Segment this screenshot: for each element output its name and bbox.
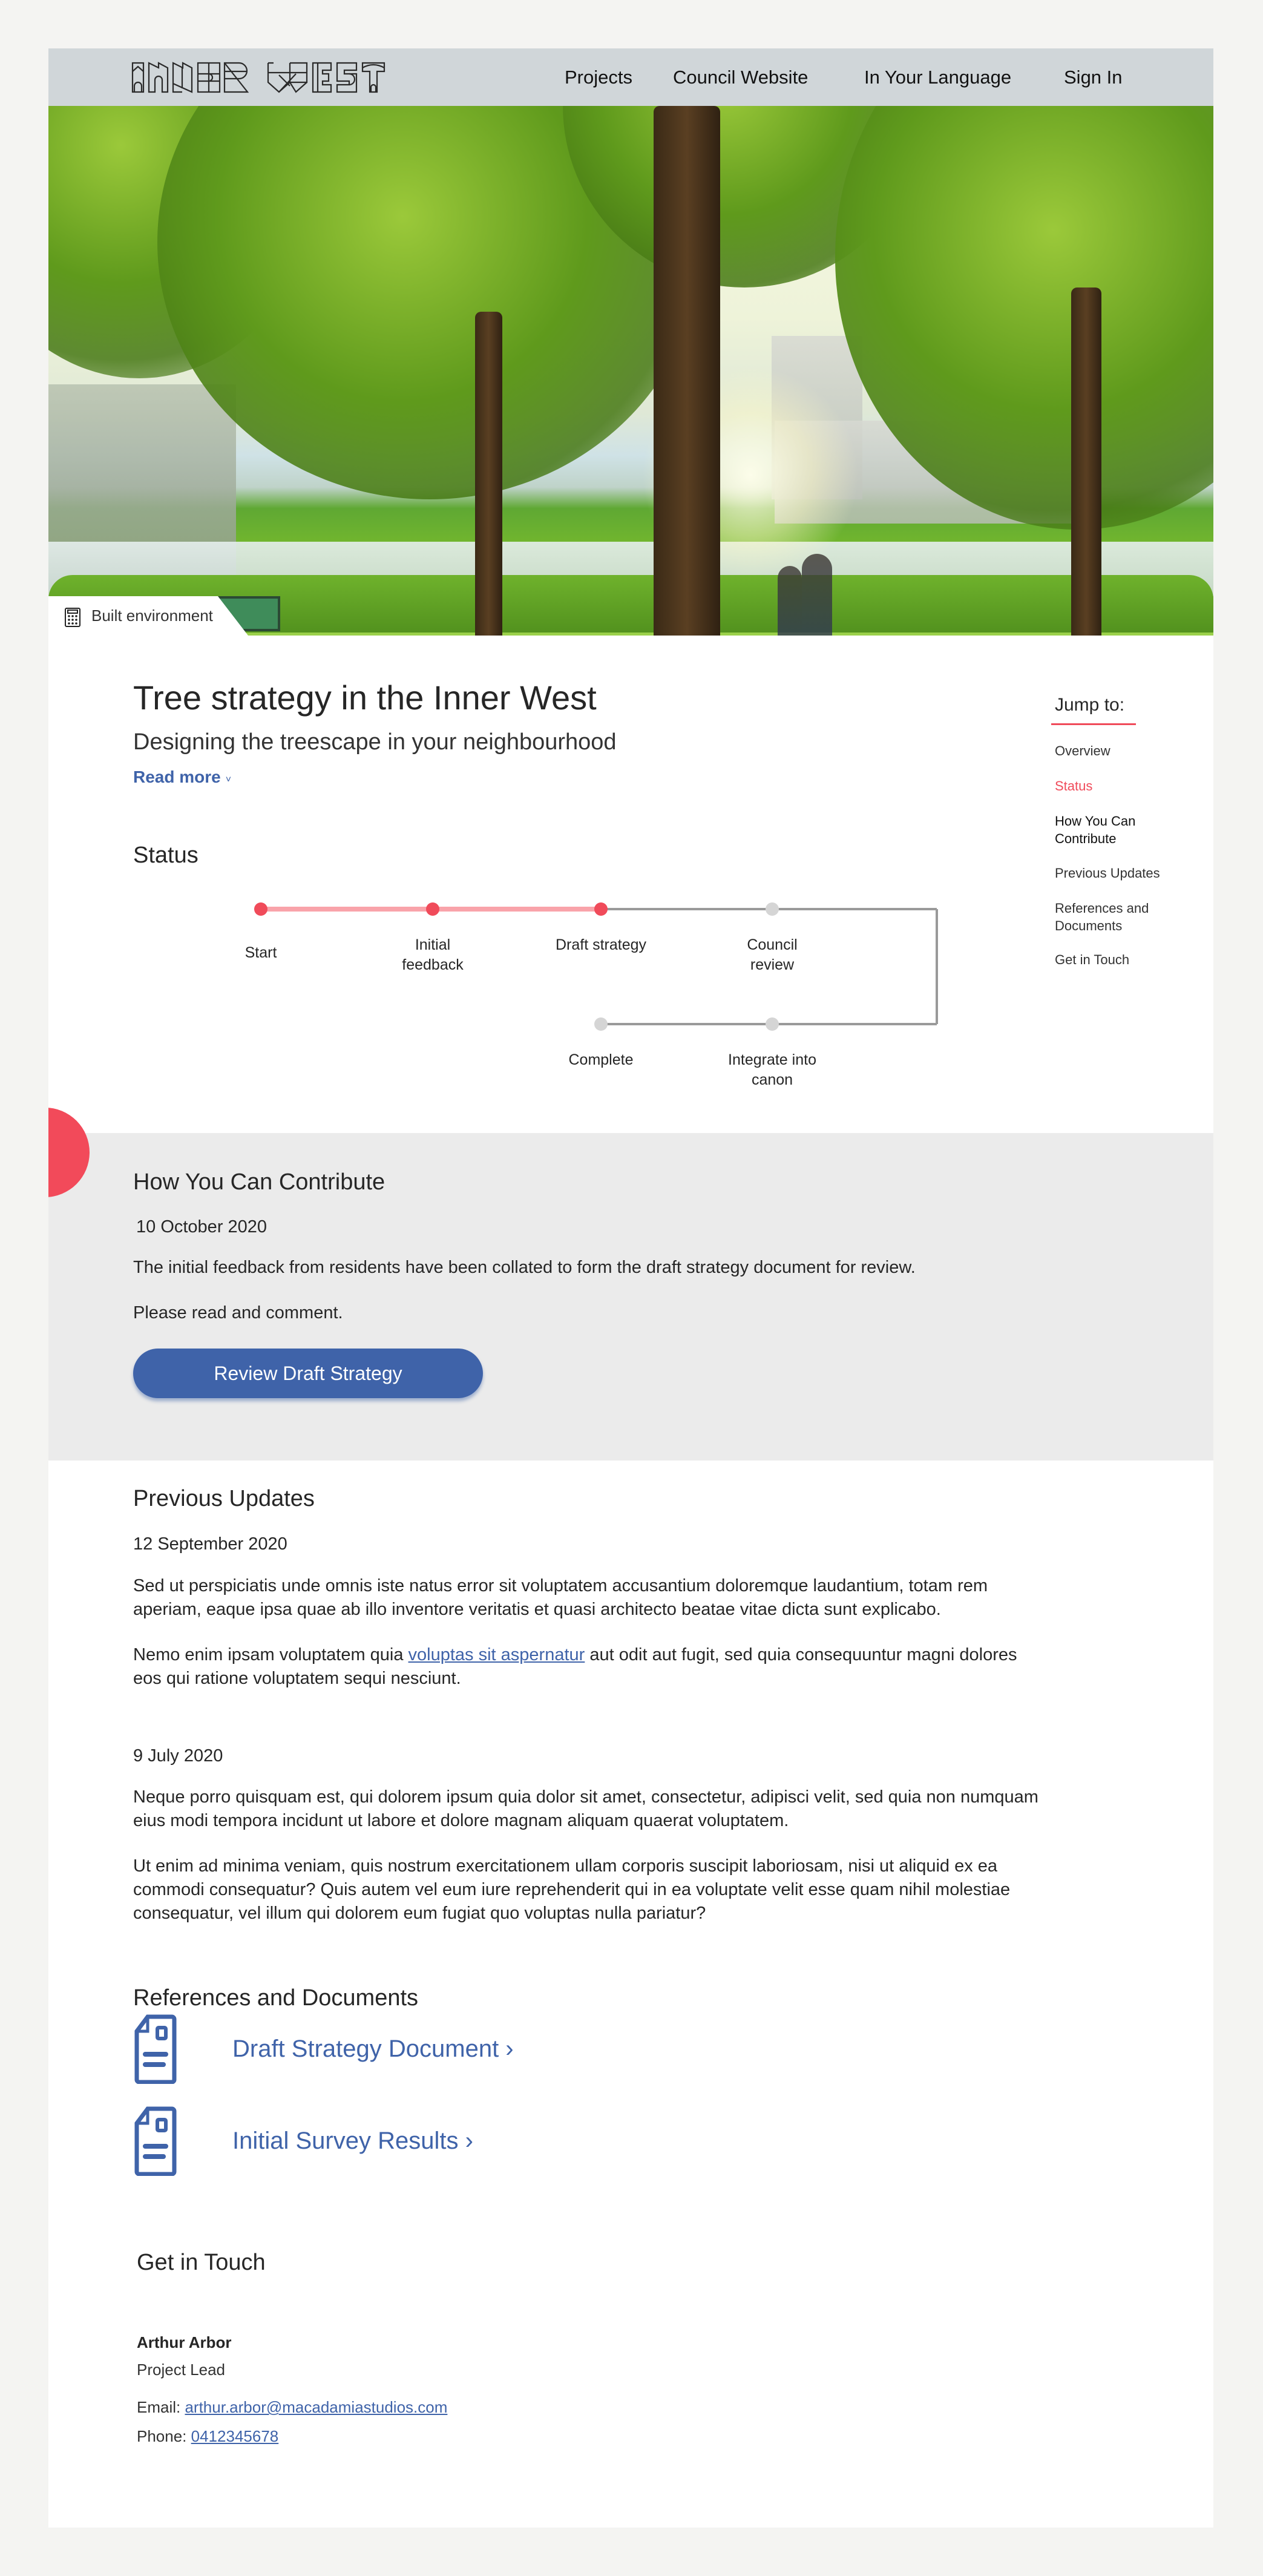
status-step-label: Complete bbox=[568, 1051, 634, 1068]
update-paragraph: Ut enim ad minima veniam, quis nostrum e… bbox=[133, 1856, 1011, 1923]
status-step-dot bbox=[254, 902, 267, 916]
status-step-dot bbox=[594, 1017, 608, 1031]
jump-link-get-in-touch[interactable]: Get in Touch bbox=[1055, 951, 1176, 968]
jump-link-how-you-can-contribute[interactable]: How You Can Contribute bbox=[1055, 812, 1152, 847]
phone-link[interactable]: 0412345678 bbox=[191, 2427, 279, 2445]
calculator-icon bbox=[65, 608, 80, 627]
nav-projects[interactable]: Projects bbox=[565, 67, 632, 88]
nav-sign-in[interactable]: Sign In bbox=[1064, 67, 1123, 88]
contact-phone: Phone: 0412345678 bbox=[137, 2427, 278, 2446]
email-label: Email: bbox=[137, 2398, 185, 2416]
get-in-touch-heading: Get in Touch bbox=[137, 2250, 266, 2275]
update-date: 9 July 2020 bbox=[133, 1746, 223, 1766]
jump-link-status[interactable]: Status bbox=[1055, 777, 1176, 795]
update-paragraph: Sed ut perspiciatis unde omnis iste natu… bbox=[133, 1576, 988, 1619]
jump-link-previous-updates[interactable]: Previous Updates bbox=[1055, 864, 1176, 882]
status-heading: Status bbox=[133, 843, 198, 868]
contribute-paragraph: The initial feedback from residents have… bbox=[133, 1258, 916, 1277]
document-icon bbox=[134, 2014, 177, 2084]
document-link-label: Draft Strategy Document › bbox=[232, 2036, 514, 2062]
hero-runner bbox=[778, 566, 802, 636]
update-paragraph: Neque porro quisquam est, qui dolorem ip… bbox=[133, 1787, 1038, 1830]
status-step-label: Integrate into canon bbox=[728, 1051, 816, 1088]
top-navigation-bar: INNER WEST Projects Council Website In Y… bbox=[48, 48, 1213, 106]
hero-image bbox=[48, 106, 1213, 636]
document-link-draft-strategy[interactable]: Draft Strategy Document › bbox=[134, 2014, 514, 2084]
references-heading: References and Documents bbox=[133, 1985, 419, 2011]
contact-email: Email: arthur.arbor@macadamiastudios.com bbox=[137, 2398, 447, 2417]
update-paragraph: Nemo enim ipsam voluptatem quia voluptas… bbox=[133, 1643, 1047, 1690]
update-date: 12 September 2020 bbox=[133, 1534, 287, 1554]
update-text: Nemo enim ipsam voluptatem quia bbox=[133, 1645, 408, 1664]
previous-updates-heading: Previous Updates bbox=[133, 1486, 315, 1511]
jump-to-title: Jump to: bbox=[1055, 695, 1125, 715]
inline-link[interactable]: voluptas sit aspernatur bbox=[408, 1645, 585, 1664]
status-step-dot bbox=[426, 902, 439, 916]
nav-council-website[interactable]: Council Website bbox=[673, 67, 808, 88]
contact-name: Arthur Arbor bbox=[137, 2333, 232, 2351]
status-step-dot bbox=[594, 902, 608, 916]
status-step-label: Start bbox=[244, 944, 277, 961]
contact-role: Project Lead bbox=[137, 2361, 225, 2379]
page-subtitle: Designing the treescape in your neighbou… bbox=[133, 729, 617, 755]
status-step-dot bbox=[766, 1017, 779, 1031]
jump-to-underline bbox=[1051, 723, 1136, 725]
status-step-label: Council review bbox=[747, 936, 798, 973]
nav-in-your-language[interactable]: In Your Language bbox=[864, 67, 1011, 88]
contribute-paragraph: Please read and comment. bbox=[133, 1303, 343, 1322]
hero-tree-trunk bbox=[1071, 288, 1101, 636]
page-title: Tree strategy in the Inner West bbox=[133, 678, 597, 717]
category-label: Built environment bbox=[91, 606, 213, 625]
read-more-link[interactable]: Read more ˅ bbox=[133, 767, 231, 787]
contribute-date: 10 October 2020 bbox=[136, 1217, 267, 1237]
read-more-label: Read more bbox=[133, 767, 221, 786]
contribute-heading: How You Can Contribute bbox=[133, 1169, 385, 1195]
chevron-down-icon: ˅ bbox=[225, 775, 232, 785]
status-step-dot bbox=[766, 902, 779, 916]
inner-west-logo[interactable]: INNER WEST bbox=[131, 62, 385, 93]
review-draft-strategy-button[interactable]: Review Draft Strategy bbox=[133, 1349, 483, 1398]
hero-tree-trunk bbox=[654, 106, 720, 636]
phone-label: Phone: bbox=[137, 2427, 191, 2445]
jump-link-references-documents[interactable]: References and Documents bbox=[1055, 899, 1158, 935]
document-link-label: Initial Survey Results › bbox=[232, 2128, 473, 2154]
status-step-label: Initial feedback bbox=[402, 936, 464, 973]
document-link-initial-survey[interactable]: Initial Survey Results › bbox=[134, 2106, 473, 2176]
hero-runner bbox=[802, 554, 832, 636]
email-link[interactable]: arthur.arbor@macadamiastudios.com bbox=[185, 2398, 447, 2416]
status-step-label: Draft strategy bbox=[555, 936, 647, 953]
page-container: INNER WEST Projects Council Website In Y… bbox=[48, 48, 1213, 2528]
document-icon bbox=[134, 2106, 177, 2176]
hero-tree-trunk bbox=[475, 312, 502, 636]
category-badge[interactable]: Built environment bbox=[48, 596, 248, 636]
jump-link-overview[interactable]: Overview bbox=[1055, 742, 1176, 760]
